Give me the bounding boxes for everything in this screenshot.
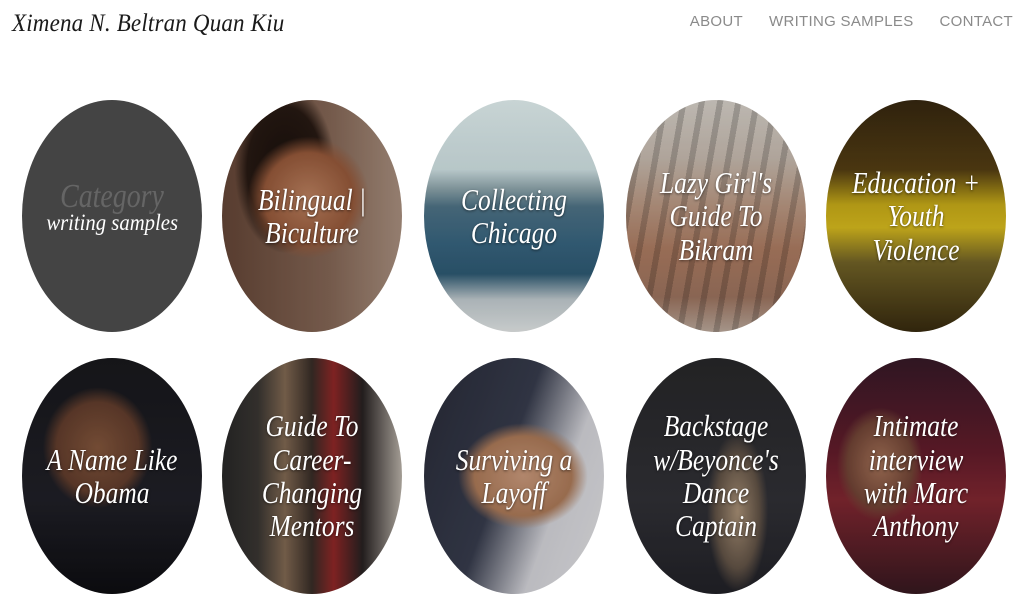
tile-collecting-chicago[interactable]: Collecting Chicago <box>424 100 604 332</box>
tile-title: A Name Like Obama <box>46 441 178 510</box>
tile-marc-anthony-interview[interactable]: Intimate interview with Marc Anthony <box>826 358 1006 594</box>
tile-title: Backstage w/Beyonce's Dance Captain <box>653 408 779 544</box>
site-title[interactable]: Ximena N. Beltran Quan Kiu <box>12 10 284 38</box>
tile-education-youth-violence[interactable]: Education + Youth Violence <box>826 100 1006 332</box>
nav-writing-samples-link[interactable]: WRITING SAMPLES <box>769 13 914 30</box>
tile-title: Collecting Chicago <box>461 181 567 250</box>
category-tile: Category writing samples <box>22 100 202 332</box>
nav-contact-link[interactable]: CONTACT <box>940 13 1013 30</box>
tile-title: Bilingual | Biculture <box>258 181 366 250</box>
tile-title: Intimate interview with Marc Anthony <box>863 408 969 544</box>
tile-title: Surviving a Layoff <box>455 441 573 510</box>
tile-surviving-a-layoff[interactable]: Surviving a Layoff <box>424 358 604 594</box>
tile-bilingual-biculture[interactable]: Bilingual | Biculture <box>222 100 402 332</box>
tile-title: Lazy Girl's Guide To Bikram <box>659 164 773 267</box>
tile-lazy-girls-guide-bikram[interactable]: Lazy Girl's Guide To Bikram <box>626 100 806 332</box>
main-nav: ABOUT WRITING SAMPLES CONTACT <box>690 13 1013 30</box>
site-header: Ximena N. Beltran Quan Kiu ABOUT WRITING… <box>0 0 1019 60</box>
tile-a-name-like-obama[interactable]: A Name Like Obama <box>22 358 202 594</box>
tile-title: Guide To Career-Changing Mentors <box>261 408 363 544</box>
tile-career-changing-mentors[interactable]: Guide To Career-Changing Mentors <box>222 358 402 594</box>
tile-backstage-beyonce-dance-captain[interactable]: Backstage w/Beyonce's Dance Captain <box>626 358 806 594</box>
category-label: writing samples <box>46 210 178 235</box>
nav-about-link[interactable]: ABOUT <box>690 13 743 30</box>
tile-title: Education + Youth Violence <box>852 164 980 267</box>
